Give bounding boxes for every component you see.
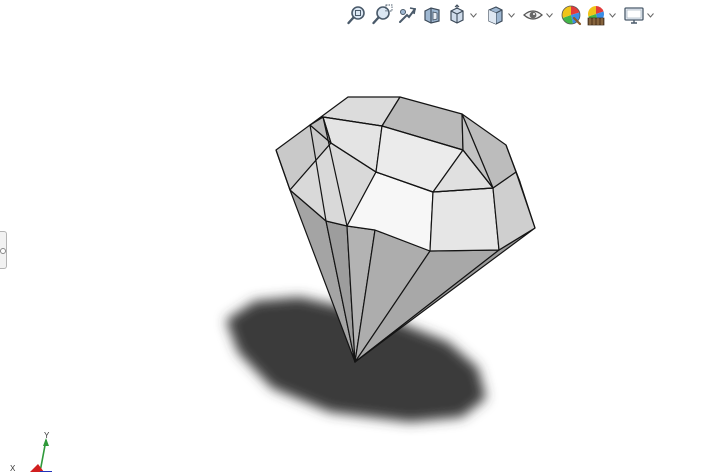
reference-triad: Y X bbox=[10, 431, 52, 472]
triad-x-label: X bbox=[10, 464, 16, 472]
model-scene[interactable] bbox=[0, 0, 720, 472]
graphics-viewport[interactable]: Y X bbox=[0, 0, 720, 472]
triad-y-label: Y bbox=[44, 431, 50, 440]
